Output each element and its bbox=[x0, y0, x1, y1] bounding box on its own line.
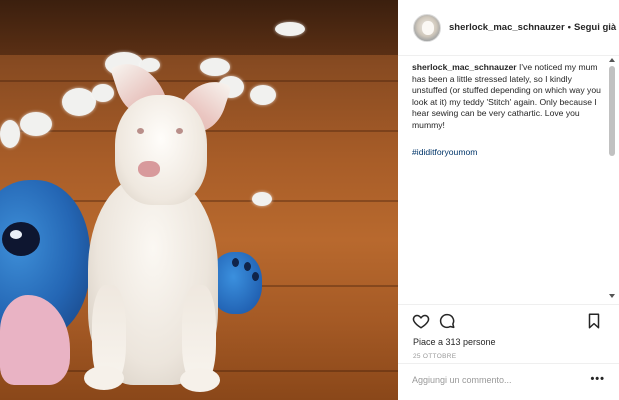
avatar[interactable] bbox=[413, 13, 441, 42]
dog-eye bbox=[176, 128, 183, 134]
scrollbar-thumb[interactable] bbox=[609, 66, 615, 156]
stitch-claw bbox=[252, 272, 259, 281]
header-text: sherlock_mac_schnauzer • Segui già bbox=[449, 22, 616, 33]
photo-background-wall bbox=[0, 0, 398, 55]
post-photo[interactable] bbox=[0, 0, 398, 400]
heart-icon[interactable] bbox=[412, 312, 430, 330]
floorboard-seam bbox=[0, 80, 398, 82]
more-options-icon[interactable]: ••• bbox=[590, 373, 605, 385]
dog-paw bbox=[180, 368, 220, 392]
action-icons-row bbox=[398, 305, 619, 335]
post-actions: Piace a 313 persone 25 OTTOBRE bbox=[398, 304, 619, 360]
caption-username-link[interactable]: sherlock_mac_schnauzer bbox=[412, 62, 517, 72]
scroll-up-arrow-icon[interactable] bbox=[609, 58, 615, 62]
stuffing-fluff bbox=[200, 58, 230, 76]
dog-nose bbox=[138, 161, 160, 177]
instagram-post-modal: sherlock_mac_schnauzer • Segui già sherloc… bbox=[0, 0, 619, 400]
hashtag-link[interactable]: #ididitforyoumom bbox=[412, 147, 477, 157]
caption-text: I've noticed my mum has been a little st… bbox=[412, 62, 601, 130]
stuffing-fluff bbox=[62, 88, 96, 116]
bookmark-icon[interactable] bbox=[585, 312, 603, 330]
stuffing-fluff bbox=[0, 120, 20, 148]
dog-eye bbox=[137, 128, 144, 134]
stitch-eye-highlight bbox=[10, 230, 22, 239]
post-side-panel: sherlock_mac_schnauzer • Segui già sherloc… bbox=[398, 0, 619, 400]
stuffing-fluff bbox=[20, 112, 52, 136]
post-header: sherlock_mac_schnauzer • Segui già bbox=[398, 0, 619, 56]
caption: sherlock_mac_schnauzer I've noticed my m… bbox=[412, 62, 604, 132]
caption-scroll-area[interactable]: sherlock_mac_schnauzer I've noticed my m… bbox=[398, 56, 619, 302]
post-date: 25 OTTOBRE bbox=[413, 353, 457, 360]
following-button[interactable]: Segui già bbox=[574, 22, 616, 33]
likes-count[interactable]: Piace a 313 persone bbox=[413, 337, 496, 347]
stitch-plush-eye bbox=[2, 222, 40, 256]
stitch-claw bbox=[244, 262, 251, 271]
dog-paw bbox=[84, 366, 124, 390]
header-separator: • bbox=[567, 22, 571, 33]
stitch-claw bbox=[232, 258, 239, 267]
stuffing-fluff bbox=[250, 85, 276, 105]
dog-head bbox=[115, 95, 207, 205]
scroll-down-arrow-icon[interactable] bbox=[609, 294, 615, 298]
stuffing-fluff bbox=[92, 84, 114, 102]
comment-icon[interactable] bbox=[438, 312, 456, 330]
stuffing-fluff bbox=[275, 22, 305, 36]
comment-row: ••• bbox=[398, 363, 619, 400]
comment-input[interactable] bbox=[412, 375, 577, 385]
caption-scrollbar[interactable] bbox=[609, 58, 615, 298]
stuffing-fluff bbox=[252, 192, 272, 206]
username-link[interactable]: sherlock_mac_schnauzer bbox=[449, 22, 565, 33]
